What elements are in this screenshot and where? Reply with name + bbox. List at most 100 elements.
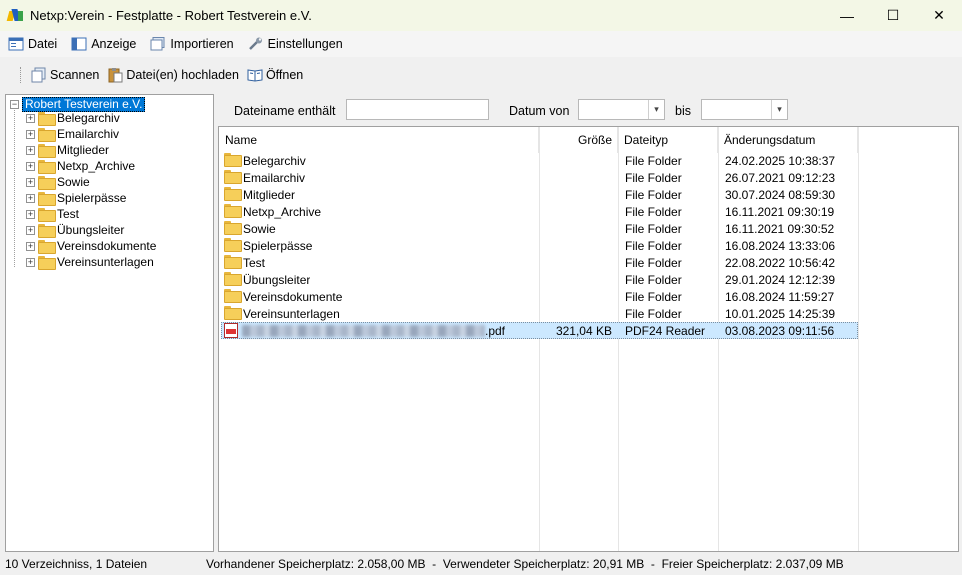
expand-icon[interactable]: + xyxy=(26,257,35,267)
menu-einstellungen-label: Einstellungen xyxy=(267,37,343,51)
menu-anzeige[interactable]: Anzeige xyxy=(71,37,136,51)
scan-label: Scannen xyxy=(50,68,100,82)
menu-importieren[interactable]: Importieren xyxy=(150,37,234,51)
clipboard-icon xyxy=(107,67,123,83)
folder-icon xyxy=(38,144,56,158)
file-name: Netxp_Archive xyxy=(243,205,322,219)
list-item[interactable]: Mitglieder File Folder 30.07.2024 08:59:30 xyxy=(219,187,958,204)
folder-icon xyxy=(224,153,242,167)
maximize-button[interactable]: ☐ xyxy=(870,0,916,31)
file-list[interactable]: Name Größe Dateityp Änderungsdatum Beleg… xyxy=(218,126,959,552)
upload-label: Datei(en) hochladen xyxy=(126,68,239,82)
tree-node[interactable]: + Spielerpässe xyxy=(26,190,126,206)
tree-node-label: Spielerpässe xyxy=(57,191,127,205)
expand-icon[interactable]: + xyxy=(26,193,35,203)
redacted-file-name xyxy=(242,325,485,337)
file-type: File Folder xyxy=(625,222,682,236)
date-from-picker[interactable]: ▾ xyxy=(578,99,665,120)
date-to-picker[interactable]: ▾ xyxy=(701,99,788,120)
file-type: File Folder xyxy=(625,239,682,253)
file-type: PDF24 Reader xyxy=(625,324,706,338)
list-item[interactable]: Sowie File Folder 16.11.2021 09:30:52 xyxy=(219,221,958,238)
file-size: 321,04 KB xyxy=(555,324,612,338)
expand-icon[interactable]: + xyxy=(26,113,35,123)
list-item[interactable]: Vereinsdokumente File Folder 16.08.2024 11… xyxy=(219,289,958,306)
file-type: File Folder xyxy=(625,154,682,168)
expand-icon[interactable]: + xyxy=(26,177,35,187)
file-name: Emailarchiv xyxy=(243,171,306,185)
tree-node[interactable]: + Emailarchiv xyxy=(26,126,119,142)
tree-node-label: Test xyxy=(57,207,80,221)
column-header-size[interactable]: Größe xyxy=(539,127,618,153)
tree-node[interactable]: + Mitglieder xyxy=(26,142,109,158)
tree-node[interactable]: + Netxp_Archive xyxy=(26,158,135,174)
tree-node-label: Mitglieder xyxy=(57,143,110,157)
expand-icon[interactable]: + xyxy=(26,161,35,171)
folder-icon xyxy=(38,112,56,126)
tree-node[interactable]: + Test xyxy=(26,206,79,222)
expand-icon[interactable]: + xyxy=(26,225,35,235)
app-logo-icon xyxy=(6,8,24,24)
folder-icon xyxy=(224,204,242,218)
open-button[interactable]: Öffnen xyxy=(247,67,303,83)
list-item[interactable]: Übungsleiter File Folder 29.01.2024 12:12:… xyxy=(219,272,958,289)
expand-icon[interactable]: + xyxy=(26,241,35,251)
collapse-icon[interactable]: − xyxy=(10,99,19,109)
list-item[interactable]: Netxp_Archive File Folder 16.11.2021 09:30… xyxy=(219,204,958,221)
file-type: File Folder xyxy=(625,205,682,219)
datei-icon xyxy=(8,37,24,51)
column-header-type[interactable]: Dateityp xyxy=(618,127,718,153)
filename-filter-input[interactable] xyxy=(346,99,489,120)
folder-tree[interactable]: − Robert Testverein e.V. + Belegarchiv + E… xyxy=(5,94,214,552)
list-item[interactable]: Vereinsunterlagen File Folder 10.01.2025 1… xyxy=(219,306,958,323)
tree-node-label: Vereinsunterlagen xyxy=(57,255,154,269)
tree-node[interactable]: + Belegarchiv xyxy=(26,110,120,126)
close-button[interactable]: ✕ xyxy=(916,0,962,31)
date-to-label: bis xyxy=(675,104,691,118)
file-name: Belegarchiv xyxy=(243,154,306,168)
file-modified: 16.08.2024 11:59:27 xyxy=(725,290,835,304)
file-modified: 22.08.2022 10:56:42 xyxy=(725,256,836,270)
file-name: Übungsleiter xyxy=(243,273,311,287)
file-type: File Folder xyxy=(625,307,682,321)
upload-button[interactable]: Datei(en) hochladen xyxy=(107,67,239,83)
chevron-down-icon[interactable]: ▾ xyxy=(648,100,664,119)
tree-node[interactable]: + Übungsleiter xyxy=(26,222,124,238)
filename-filter-label: Dateiname enthält xyxy=(234,104,336,118)
folder-icon xyxy=(224,306,242,320)
expand-icon[interactable]: + xyxy=(26,145,35,155)
folder-icon xyxy=(38,160,56,174)
chevron-down-icon[interactable]: ▾ xyxy=(771,100,787,119)
file-name: Test xyxy=(243,256,266,270)
selected-file-row[interactable]: .pdf 321,04 KB PDF24 Reader 03.08.2023 0… xyxy=(219,322,958,340)
filter-bar: Dateiname enthält Datum von ▾ bis ▾ xyxy=(219,96,959,124)
scan-button[interactable]: Scannen xyxy=(31,67,99,83)
list-item[interactable]: Test File Folder 22.08.2022 10:56:42 xyxy=(219,255,958,272)
file-modified: 29.01.2024 12:12:39 xyxy=(725,273,836,287)
scanner-icon xyxy=(31,67,47,83)
menu-importieren-label: Importieren xyxy=(170,37,234,51)
expand-icon[interactable]: + xyxy=(26,129,35,139)
toolbar-grip[interactable] xyxy=(20,67,23,83)
folder-icon xyxy=(38,176,56,190)
folder-icon xyxy=(38,128,56,142)
tree-node[interactable]: + Vereinsunterlagen xyxy=(26,254,154,270)
list-item[interactable]: Spielerpässe File Folder 16.08.2024 13:33:… xyxy=(219,238,958,255)
file-name: Spielerpässe xyxy=(243,239,313,253)
expand-icon[interactable]: + xyxy=(26,209,35,219)
minimize-button[interactable]: — xyxy=(824,0,870,31)
menu-einstellungen[interactable]: Einstellungen xyxy=(248,37,343,51)
tree-node[interactable]: + Vereinsdokumente xyxy=(26,238,156,254)
list-item[interactable]: Emailarchiv File Folder 26.07.2021 09:12:2… xyxy=(219,170,958,187)
tree-root-node[interactable]: − Robert Testverein e.V. xyxy=(10,96,146,112)
folder-icon xyxy=(224,289,242,303)
column-header-name[interactable]: Name xyxy=(219,127,539,153)
menu-datei[interactable]: Datei xyxy=(8,37,57,51)
column-header-modified[interactable]: Änderungsdatum xyxy=(718,127,858,153)
menu-datei-label: Datei xyxy=(28,37,58,51)
status-bar: 10 Verzeichniss, 1 Dateien Vorhandener S… xyxy=(0,553,962,575)
list-item[interactable]: Belegarchiv File Folder 24.02.2025 10:38:3… xyxy=(219,153,958,170)
folder-icon xyxy=(224,238,242,252)
tree-node[interactable]: + Sowie xyxy=(26,174,90,190)
window-title: Netxp:Verein - Festplatte - Robert Testv… xyxy=(30,8,312,23)
